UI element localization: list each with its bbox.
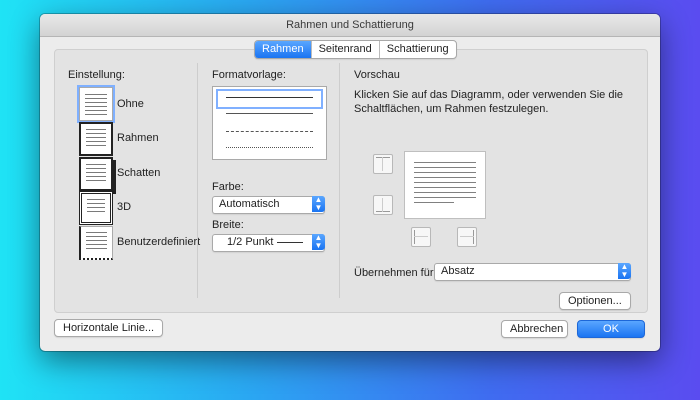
column-divider — [197, 63, 198, 298]
line-style-list[interactable] — [212, 86, 327, 160]
cancel-button[interactable]: Abbrechen — [501, 320, 568, 338]
column-divider — [339, 63, 340, 298]
apply-label: Übernehmen für: — [354, 267, 437, 279]
options-button[interactable]: Optionen... — [559, 292, 631, 310]
no-border-icon[interactable] — [77, 85, 115, 123]
horizontal-line-button[interactable]: Horizontale Linie... — [54, 319, 164, 337]
box-border-icon[interactable] — [79, 122, 113, 156]
setting-heading: Einstellung: — [68, 69, 125, 81]
top-border-toggle-icon[interactable] — [373, 154, 393, 174]
custom-border-icon[interactable] — [79, 226, 113, 260]
width-select[interactable]: 1/2 Punkt ▲ ▼ — [212, 234, 325, 252]
tab-bar: Rahmen Seitenrand Schattierung — [254, 40, 457, 59]
apply-select[interactable]: Absatz ▲ ▼ — [434, 263, 631, 281]
line-style-dashed[interactable] — [216, 125, 323, 141]
line-style-dotted[interactable] — [216, 141, 323, 157]
tab-schattierung[interactable]: Schattierung — [380, 41, 456, 58]
width-label: Breite: — [212, 219, 244, 231]
window-title: Rahmen und Schattierung — [40, 14, 660, 37]
setting-label-rahmen[interactable]: Rahmen — [117, 132, 159, 144]
apply-value: Absatz — [441, 265, 475, 277]
3d-border-icon[interactable] — [79, 191, 113, 225]
color-select[interactable]: Automatisch ▲ ▼ — [212, 196, 325, 214]
left-border-toggle-icon[interactable] — [411, 227, 431, 247]
tab-rahmen[interactable]: Rahmen — [255, 41, 312, 58]
line-style-solid-thin[interactable] — [216, 107, 323, 123]
preview-heading: Vorschau — [354, 69, 400, 81]
tab-seitenrand[interactable]: Seitenrand — [312, 41, 380, 58]
tab-panel: Einstellung: Ohne Rahmen Schatten 3D Ben… — [54, 49, 648, 313]
chevron-down-icon: ▲ ▼ — [618, 263, 631, 279]
line-style-solid[interactable] — [216, 89, 323, 109]
shadow-border-icon[interactable] — [79, 157, 113, 191]
setting-label-schatten[interactable]: Schatten — [117, 167, 160, 179]
setting-label-3d[interactable]: 3D — [117, 201, 131, 213]
bottom-border-toggle-icon[interactable] — [373, 195, 393, 215]
preview-instruction: Klicken Sie auf das Diagramm, oder verwe… — [354, 89, 624, 115]
color-label: Farbe: — [212, 181, 244, 193]
setting-label-ohne[interactable]: Ohne — [117, 98, 144, 110]
dialog-window: Rahmen und Schattierung Rahmen Seitenran… — [40, 14, 660, 351]
line-width-sample — [277, 242, 303, 243]
border-preview[interactable] — [404, 151, 486, 219]
width-value: 1/2 Punkt — [227, 236, 274, 248]
format-heading: Formatvorlage: — [212, 69, 286, 81]
ok-button[interactable]: OK — [577, 320, 645, 338]
setting-label-benutzerdefiniert[interactable]: Benutzerdefiniert — [117, 236, 200, 248]
chevron-down-icon: ▲ ▼ — [312, 196, 325, 212]
right-border-toggle-icon[interactable] — [457, 227, 477, 247]
color-value: Automatisch — [219, 198, 280, 210]
chevron-down-icon: ▲ ▼ — [312, 234, 325, 250]
